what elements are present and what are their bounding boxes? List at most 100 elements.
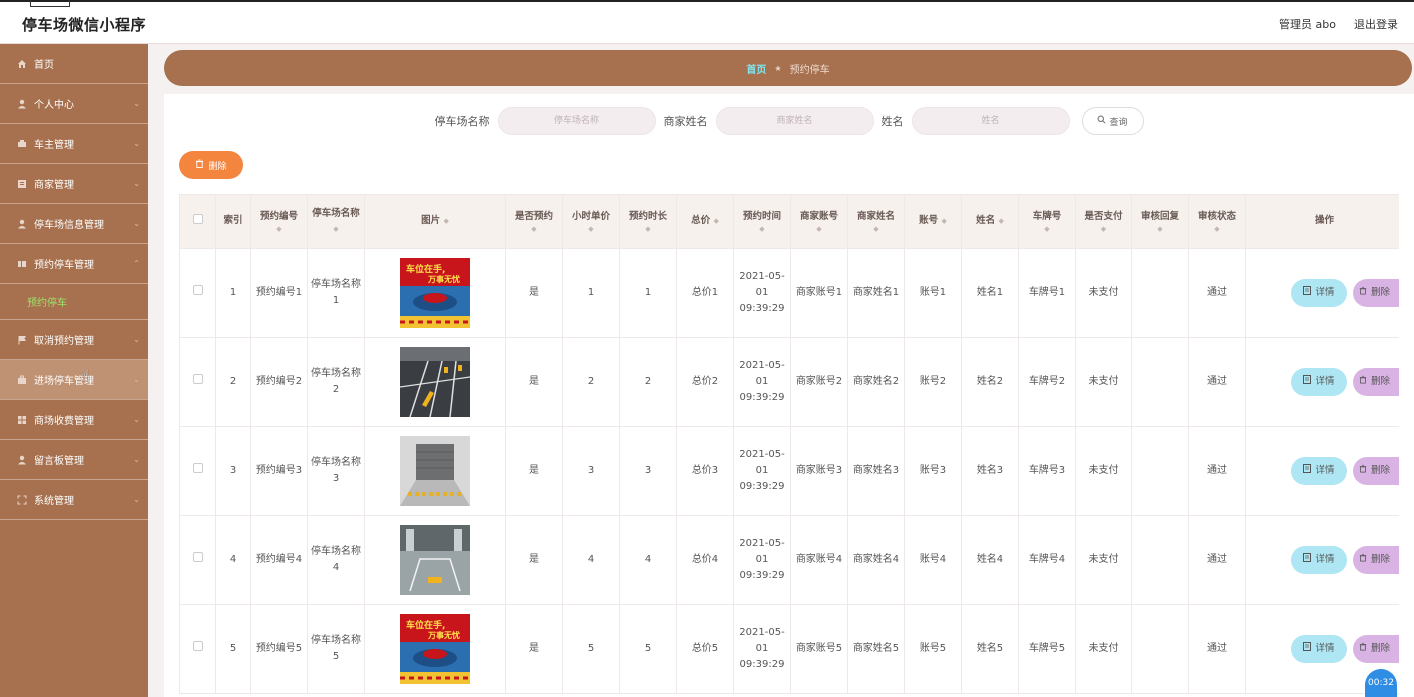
cell-index: 5 — [215, 604, 251, 694]
detail-button-label: 详情 — [1315, 287, 1335, 299]
select-all-checkbox[interactable] — [192, 213, 203, 224]
sidebar-item-cancel-booking[interactable]: 取消预约管理 ⌄ — [0, 320, 148, 360]
trash-icon — [1359, 285, 1367, 300]
sort-icon[interactable]: ◆ — [563, 226, 619, 233]
col-header-lot-name[interactable]: 停车场名称 ◆ — [307, 194, 365, 249]
col-header-review-status[interactable]: 审核状态 ◆ — [1188, 194, 1246, 249]
cell-lot-name: 停车场名称4 — [307, 515, 365, 605]
expand-icon — [16, 494, 28, 506]
cell-review-reply — [1131, 248, 1189, 338]
cell-name: 姓名4 — [961, 515, 1019, 605]
cell-account: 账号5 — [904, 604, 962, 694]
sidebar-item-owners[interactable]: 车主管理 ⌄ — [0, 124, 148, 164]
logout-link[interactable]: 退出登录 — [1354, 16, 1398, 32]
sidebar-item-merchants[interactable]: 商家管理 ⌄ — [0, 164, 148, 204]
row-checkbox[interactable] — [192, 463, 203, 473]
col-header-booking-no[interactable]: 预约编号 ◆ — [250, 194, 308, 249]
sidebar-item-lot-info[interactable]: 停车场信息管理 ⌄ — [0, 204, 148, 244]
col-header-total[interactable]: 总价 ◆ — [676, 194, 734, 249]
col-header-hour-price[interactable]: 小时单价 ◆ — [562, 194, 620, 249]
batch-delete-button[interactable]: 删除 — [179, 151, 243, 179]
cell-lot-name: 停车场名称1 — [307, 248, 365, 338]
breadcrumb-home[interactable]: 首页 — [746, 61, 766, 76]
row-checkbox[interactable] — [192, 552, 203, 562]
table-row: 1 预约编号1 停车场名称1 车位在手, 万事无忧是 1 1 总价1 2021-05-01 09… — [179, 248, 1399, 338]
col-header-merchant-name[interactable]: 商家姓名 ◆ — [847, 194, 905, 249]
sidebar-item-label: 车主管理 — [34, 140, 74, 151]
row-delete-button[interactable]: 删除 — [1353, 546, 1399, 574]
name-input[interactable] — [911, 107, 1070, 135]
sort-icon[interactable]: ◆ — [443, 217, 448, 225]
sidebar-item-system[interactable]: 系统管理 ⌄ — [0, 480, 148, 520]
cell-plate: 车牌号4 — [1018, 515, 1076, 605]
trash-icon — [195, 159, 204, 171]
sort-icon[interactable]: ◆ — [506, 226, 562, 233]
sort-icon[interactable]: ◆ — [1019, 226, 1075, 233]
merchant-name-input[interactable] — [715, 107, 874, 135]
sort-icon[interactable]: ◆ — [251, 226, 307, 233]
cell-image: 车位在手, 万事无忧 — [364, 248, 506, 338]
cell-actions: 详情 删除 — [1245, 248, 1399, 338]
cell-review-reply — [1131, 515, 1189, 605]
sort-icon[interactable]: ◆ — [1076, 226, 1131, 233]
sidebar-item-message-board[interactable]: 留言板管理 ⌄ — [0, 440, 148, 480]
sort-icon[interactable]: ◆ — [791, 226, 847, 233]
cell-index: 2 — [215, 337, 251, 427]
grid-icon — [16, 258, 28, 270]
cell-review-reply — [1131, 337, 1189, 427]
col-header-is-booked[interactable]: 是否预约 ◆ — [505, 194, 563, 249]
cell-name: 姓名3 — [961, 426, 1019, 516]
sidebar-subitem-booking[interactable]: 预约停车 — [0, 284, 148, 320]
sort-icon[interactable]: ◆ — [713, 217, 718, 225]
col-header-plate[interactable]: 车牌号 ◆ — [1018, 194, 1076, 249]
current-user[interactable]: 管理员 abo — [1279, 16, 1336, 32]
detail-button-label: 详情 — [1315, 465, 1335, 477]
col-header-paid[interactable]: 是否支付 ◆ — [1075, 194, 1132, 249]
cell-is-booked: 是 — [505, 515, 563, 605]
cell-total: 总价2 — [676, 337, 734, 427]
col-header-merchant-account[interactable]: 商家账号 ◆ — [790, 194, 848, 249]
detail-button[interactable]: 详情 — [1291, 279, 1347, 307]
col-header-duration[interactable]: 预约时长 ◆ — [619, 194, 677, 249]
sidebar-item-booking[interactable]: 预约停车管理 ⌃ — [0, 244, 148, 284]
sort-icon[interactable]: ◆ — [620, 226, 676, 233]
col-header-image[interactable]: 图片 ◆ — [364, 194, 506, 249]
row-checkbox[interactable] — [192, 374, 203, 384]
row-delete-button[interactable]: 删除 — [1353, 635, 1399, 663]
row-select-cell — [179, 515, 216, 605]
sort-icon[interactable]: ◆ — [734, 226, 790, 233]
sort-icon[interactable]: ◆ — [1189, 226, 1245, 233]
row-checkbox[interactable] — [192, 641, 203, 651]
row-delete-button[interactable]: 删除 — [1353, 457, 1399, 485]
search-icon — [1097, 115, 1106, 127]
trash-icon — [1359, 641, 1367, 656]
row-delete-button[interactable]: 删除 — [1353, 368, 1399, 396]
detail-button[interactable]: 详情 — [1291, 635, 1347, 663]
detail-button[interactable]: 详情 — [1291, 457, 1347, 485]
cell-hour-price: 1 — [562, 248, 620, 338]
sort-icon[interactable]: ◆ — [848, 226, 904, 233]
row-delete-button[interactable]: 删除 — [1353, 279, 1399, 307]
sort-icon[interactable]: ◆ — [333, 225, 338, 233]
sort-icon[interactable]: ◆ — [941, 217, 946, 225]
sort-icon[interactable]: ◆ — [1132, 226, 1188, 233]
detail-button[interactable]: 详情 — [1291, 546, 1347, 574]
sort-icon[interactable]: ◆ — [998, 217, 1003, 225]
breadcrumb-current: 预约停车 — [789, 64, 830, 76]
detail-button[interactable]: 详情 — [1291, 368, 1347, 396]
sidebar-item-entry-parking[interactable]: 进场停车管理 ⌄ — [0, 360, 148, 400]
title-bar-artifact — [30, 0, 70, 7]
cell-paid: 未支付 — [1075, 515, 1132, 605]
sidebar-item-mall-fees[interactable]: 商场收费管理 ⌄ — [0, 400, 148, 440]
cell-actions: 详情 删除 — [1245, 515, 1399, 605]
col-header-review-reply[interactable]: 审核回复 ◆ — [1131, 194, 1189, 249]
lot-name-input[interactable] — [497, 107, 656, 135]
col-header-book-time[interactable]: 预约时间 ◆ — [733, 194, 791, 249]
row-checkbox[interactable] — [192, 285, 203, 295]
cell-lot-name: 停车场名称3 — [307, 426, 365, 516]
col-header-account[interactable]: 账号 ◆ — [904, 194, 962, 249]
sidebar-item-profile[interactable]: 个人中心 ⌄ — [0, 84, 148, 124]
query-button[interactable]: 查询 — [1081, 107, 1144, 135]
col-header-name[interactable]: 姓名 ◆ — [961, 194, 1019, 249]
sidebar-item-home[interactable]: 首页 — [0, 44, 148, 84]
